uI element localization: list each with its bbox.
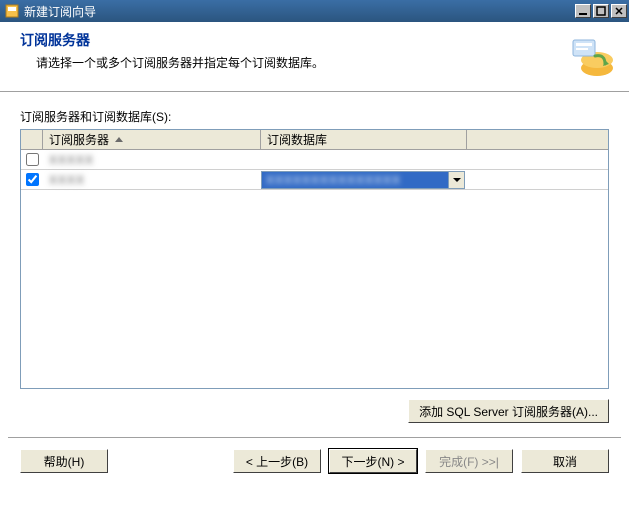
close-button[interactable] <box>611 4 627 18</box>
grid-header: 订阅服务器 订阅数据库 <box>21 130 608 150</box>
grid-label: 订阅服务器和订阅数据库(S): <box>20 108 609 125</box>
column-database-header[interactable]: 订阅数据库 <box>261 130 467 149</box>
server-name: XXXX <box>49 173 85 187</box>
column-checkbox-header <box>21 130 43 149</box>
add-sql-server-subscriber-button[interactable]: 添加 SQL Server 订阅服务器(A)... <box>408 399 609 423</box>
database-combobox[interactable]: XXXXXXXXXXXXXXX <box>261 171 465 189</box>
help-button[interactable]: 帮助(H) <box>20 449 108 473</box>
wizard-icon <box>567 32 615 80</box>
server-cell[interactable]: XXXX <box>43 173 261 187</box>
subscriber-grid: 订阅服务器 订阅数据库 XXXXX XXXX <box>20 129 609 389</box>
database-selected-value: XXXXXXXXXXXXXXX <box>262 172 448 188</box>
chevron-down-icon <box>453 178 461 182</box>
minimize-button[interactable] <box>575 4 591 18</box>
combobox-dropdown-button[interactable] <box>448 172 464 188</box>
maximize-button[interactable] <box>593 4 609 18</box>
finish-button: 完成(F) >>| <box>425 449 513 473</box>
column-database-label: 订阅数据库 <box>267 131 327 148</box>
row-checkbox[interactable] <box>26 173 39 186</box>
window-title: 新建订阅向导 <box>24 3 575 20</box>
table-row: XXXXX <box>21 150 608 170</box>
back-button[interactable]: < 上一步(B) <box>233 449 321 473</box>
window-controls <box>575 4 627 18</box>
titlebar: 新建订阅向导 <box>0 0 629 22</box>
cancel-button[interactable]: 取消 <box>521 449 609 473</box>
next-button[interactable]: 下一步(N) > <box>329 449 417 473</box>
page-subtitle: 请选择一个或多个订阅服务器并指定每个订阅数据库。 <box>20 54 617 71</box>
column-server-label: 订阅服务器 <box>49 131 109 148</box>
page-title: 订阅服务器 <box>20 30 617 50</box>
wizard-footer: 帮助(H) < 上一步(B) 下一步(N) > 完成(F) >>| 取消 <box>0 439 629 473</box>
wizard-header: 订阅服务器 请选择一个或多个订阅服务器并指定每个订阅数据库。 <box>0 22 629 92</box>
table-row: XXXX XXXXXXXXXXXXXXX <box>21 170 608 190</box>
row-checkbox[interactable] <box>26 153 39 166</box>
sort-ascending-icon <box>115 137 123 142</box>
content-area: 订阅服务器和订阅数据库(S): 订阅服务器 订阅数据库 XXXXX <box>0 92 629 389</box>
server-name: XXXXX <box>49 153 94 167</box>
server-cell[interactable]: XXXXX <box>43 153 261 167</box>
app-icon <box>4 3 20 19</box>
column-server-header[interactable]: 订阅服务器 <box>43 130 261 149</box>
